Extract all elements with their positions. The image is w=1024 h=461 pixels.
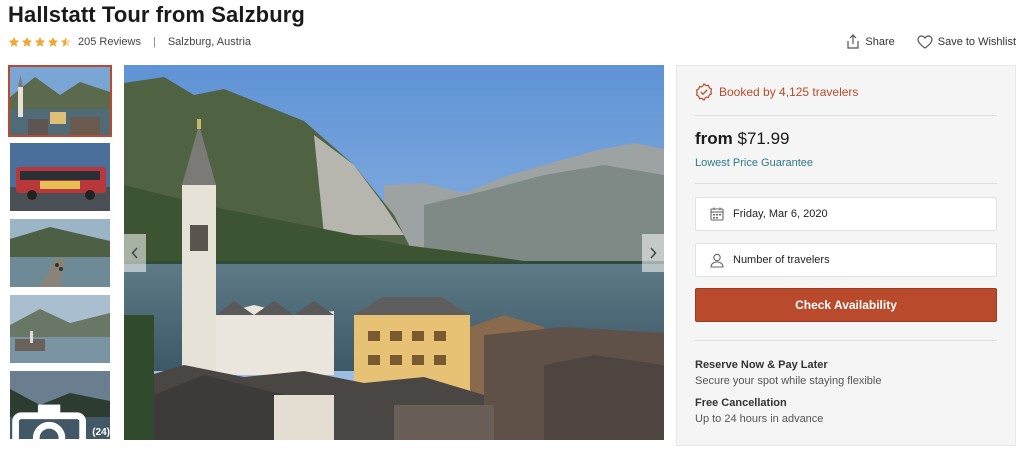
reviews-link[interactable]: 205 Reviews [78,36,141,48]
travelers-placeholder: Number of travelers [733,254,830,266]
free-cancellation-text: Up to 24 hours in advance [695,413,824,425]
next-photo-button[interactable] [642,234,664,272]
hallstatt-photo [124,65,664,440]
main-photo [124,65,664,440]
thumbnail-lake-mountains[interactable]: (24) [8,369,112,441]
share-icon [847,34,859,49]
reserve-now-title: Reserve Now & Pay Later [695,359,828,371]
verified-badge-icon [695,83,713,101]
rating-stars [8,36,72,48]
check-availability-button[interactable]: Check Availability [695,288,997,322]
calendar-icon [710,207,724,221]
thumbnail-hallstatt-village[interactable] [8,65,112,137]
divider [695,183,997,184]
meta-separator: | [152,36,156,48]
chevron-right-icon [650,247,657,259]
save-to-wishlist-button[interactable]: Save to Wishlist [917,34,1016,49]
star-icon [34,37,46,47]
thumbnail-strip: (24) [8,65,112,445]
share-button[interactable]: Share [846,34,895,49]
thumbnail-tour-bus[interactable] [8,141,112,213]
price-amount: $71.99 [737,129,790,148]
star-icon [47,37,59,47]
wishlist-label: Save to Wishlist [937,35,1016,48]
thumbnail-lake-shore[interactable] [8,293,112,365]
camera-icon [12,404,86,439]
booking-panel: Booked by 4,125 travelers from $71.99 Lo… [676,65,1016,446]
star-icon [21,37,33,47]
date-picker[interactable]: Friday, Mar 6, 2020 [695,197,997,231]
page-actions: Share Save to Wishlist [846,34,1016,49]
page-title: Hallstatt Tour from Salzburg [8,2,305,27]
person-icon [710,253,724,268]
selected-date: Friday, Mar 6, 2020 [733,208,828,220]
photo-count: (24) [92,427,110,439]
tour-location: Salzburg, Austria [167,36,251,48]
heart-icon [917,34,933,49]
photo-count-overlay: (24) [10,399,110,439]
chevron-left-icon [131,247,138,259]
booked-text: Booked by 4,125 travelers [719,85,859,99]
thumbnail-lakeside-path[interactable] [8,217,112,289]
share-label: Share [865,35,895,48]
divider [695,340,997,341]
reserve-now-text: Secure your spot while staying flexible [695,375,882,387]
free-cancellation-title: Free Cancellation [695,397,787,409]
divider [695,115,997,116]
star-icon [8,37,20,47]
half-star-icon [60,37,72,47]
previous-photo-button[interactable] [124,234,146,272]
tour-meta: 205 Reviews | Salzburg, Austria [8,36,251,48]
price: from $71.99 [695,129,790,149]
booked-count: Booked by 4,125 travelers [695,83,858,101]
travelers-selector[interactable]: Number of travelers [695,243,997,277]
lowest-price-guarantee-link[interactable]: Lowest Price Guarantee [695,157,813,169]
price-prefix: from [695,129,733,148]
